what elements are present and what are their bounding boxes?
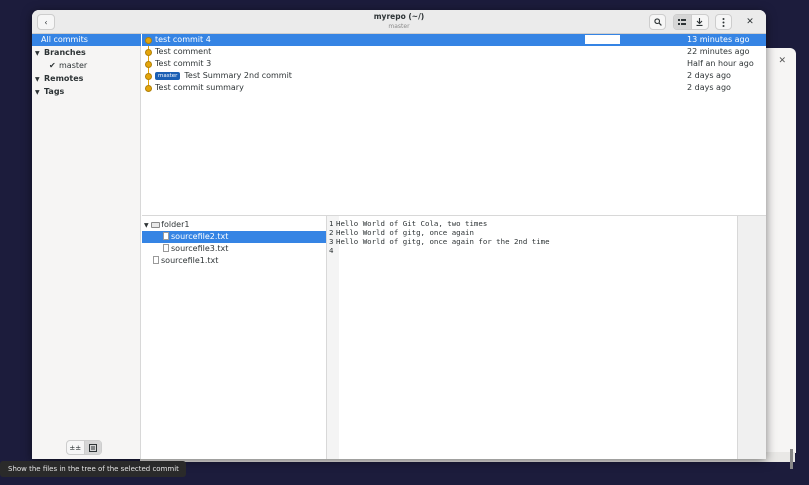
file-tree: ▼ folder1 sourcefile2.txt sourcefile3.tx…: [142, 215, 327, 459]
menu-button[interactable]: [715, 14, 732, 30]
commit-message: test commit 4: [155, 35, 211, 44]
expand-caret-icon[interactable]: ▼: [35, 48, 44, 60]
header-bar: ‹ myrepo (~/) master ✕: [32, 10, 766, 34]
search-icon: [653, 18, 662, 26]
tree-folder-row[interactable]: ▼ folder1: [142, 219, 326, 231]
sidebar-item-branches[interactable]: ▼ Branches: [32, 47, 141, 59]
checkmark-icon: ✔: [49, 61, 56, 70]
file-content-view[interactable]: 1 Hello World of Git Cola, two times 2 Hel…: [327, 215, 766, 459]
view-mode-group: [673, 14, 709, 30]
selection-overlay: [585, 35, 620, 44]
commit-message: Test commit 3: [155, 59, 212, 68]
folder-label: folder1: [161, 220, 190, 229]
commit-date: 13 minutes ago: [687, 35, 750, 44]
file-label: sourcefile2.txt: [171, 232, 229, 241]
background-scrollbar[interactable]: [790, 449, 793, 469]
file-icon: [163, 232, 169, 240]
folder-icon: [151, 222, 161, 228]
commit-row[interactable]: Test comment 22 minutes ago: [142, 46, 766, 58]
close-icon: ✕: [746, 17, 754, 27]
line-text: Hello World of gitg, once again: [336, 228, 474, 237]
sidebar-item-label: Remotes: [44, 74, 84, 83]
plus-minus-icon: ±±: [69, 443, 82, 452]
search-button[interactable]: [649, 14, 666, 30]
commit-message: Test comment: [155, 47, 212, 56]
commit-dot-icon: [145, 85, 152, 92]
line-number: 1: [329, 219, 334, 228]
files-view-button[interactable]: [83, 441, 101, 454]
gitg-window: ‹ myrepo (~/) master ✕ All commits ▼ Bra…: [32, 10, 766, 459]
file-icon: [163, 244, 169, 252]
sidebar-item-label: Branches: [44, 48, 86, 57]
commit-date: Half an hour ago: [687, 59, 754, 68]
download-button[interactable]: [692, 15, 709, 29]
close-button[interactable]: ✕: [742, 14, 758, 30]
commit-date: 22 minutes ago: [687, 47, 750, 56]
commit-date: 2 days ago: [687, 71, 731, 80]
download-icon: [696, 18, 703, 26]
background-close-icon[interactable]: ✕: [778, 56, 786, 66]
commit-dot-icon: [145, 73, 152, 80]
sidebar-item-label: All commits: [41, 35, 88, 44]
line-number: 2: [329, 228, 334, 237]
commit-row[interactable]: Test commit summary 2 days ago: [142, 82, 766, 94]
line-text: Hello World of Git Cola, two times: [336, 219, 488, 228]
line-text: Hello World of gitg, once again for the …: [336, 237, 550, 246]
sidebar-item-label: master: [59, 61, 88, 70]
tooltip: Show the files in the tree of the select…: [0, 461, 186, 477]
commit-message: Test commit summary: [155, 83, 244, 92]
content-line: 4: [329, 246, 336, 255]
file-label: sourcefile1.txt: [161, 256, 219, 265]
commit-row[interactable]: master Test Summary 2nd commit 2 days ago: [142, 70, 766, 82]
commit-message-with-badge: master Test Summary 2nd commit: [155, 70, 292, 82]
content-line: 3 Hello World of gitg, once again for the…: [329, 237, 550, 246]
commit-dot-icon: [145, 49, 152, 56]
sidebar-item-remotes[interactable]: ▼ Remotes: [32, 73, 141, 85]
expand-caret-icon[interactable]: ▼: [35, 87, 44, 99]
commit-list: test commit 4 13 minutes ago Test commen…: [142, 34, 766, 215]
expand-caret-icon[interactable]: ▼: [144, 222, 149, 229]
list-view-button[interactable]: [674, 15, 692, 29]
tree-file-row[interactable]: sourcefile3.txt: [142, 243, 326, 255]
file-label: sourcefile3.txt: [171, 244, 229, 253]
line-number: 3: [329, 237, 334, 246]
commit-dot-icon: [145, 37, 152, 44]
commit-row[interactable]: Test commit 3 Half an hour ago: [142, 58, 766, 70]
history-view-button[interactable]: ±±: [67, 441, 84, 454]
commit-message: Test Summary 2nd commit: [184, 71, 292, 80]
branch-badge: master: [155, 72, 181, 80]
commit-date: 2 days ago: [687, 83, 731, 92]
overview-scrollbar[interactable]: [737, 216, 766, 459]
sidebar-view-toggle: ±±: [66, 440, 102, 455]
commit-dot-icon: [145, 61, 152, 68]
file-tree-icon: [88, 443, 97, 452]
content-line: 1 Hello World of Git Cola, two times: [329, 219, 487, 228]
list-view-icon: [678, 19, 687, 25]
kebab-menu-icon: [722, 17, 725, 27]
sidebar-item-master[interactable]: ✔ master: [32, 60, 141, 72]
tree-file-row[interactable]: sourcefile2.txt: [142, 231, 326, 243]
content-line: 2 Hello World of gitg, once again: [329, 228, 474, 237]
sidebar: All commits ▼ Branches ✔ master ▼ Remotes ▼…: [32, 34, 141, 459]
line-number: 4: [329, 246, 334, 255]
file-icon: [153, 256, 159, 264]
commit-row[interactable]: test commit 4 13 minutes ago: [142, 34, 766, 46]
sidebar-item-label: Tags: [44, 87, 65, 96]
tree-file-row[interactable]: sourcefile1.txt: [142, 255, 326, 267]
expand-caret-icon[interactable]: ▼: [35, 74, 44, 86]
sidebar-item-all-commits[interactable]: All commits: [32, 34, 141, 46]
sidebar-item-tags[interactable]: ▼ Tags: [32, 86, 141, 98]
